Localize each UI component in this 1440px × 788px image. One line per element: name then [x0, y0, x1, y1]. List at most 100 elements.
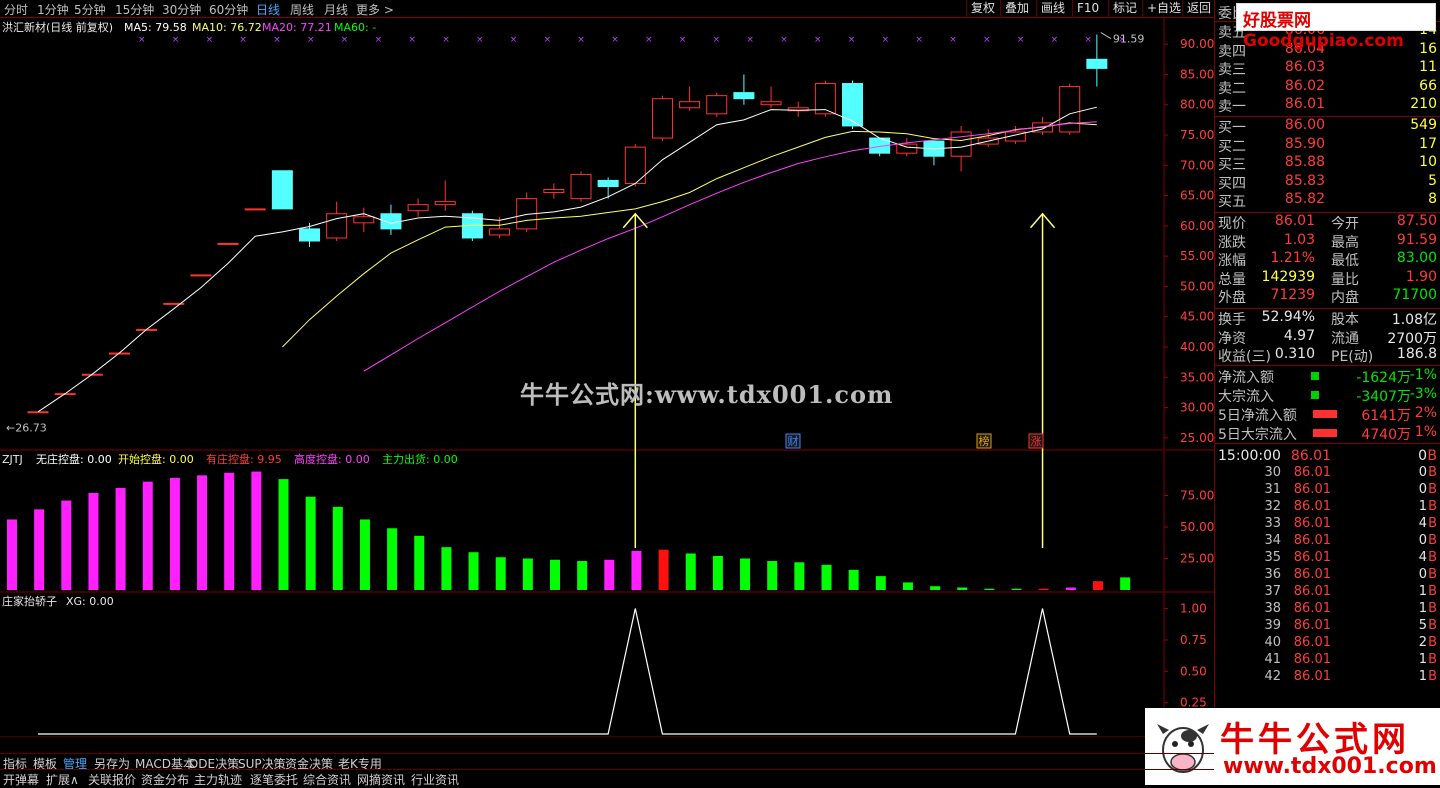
candle — [733, 74, 755, 105]
cell: 30 — [1264, 465, 1281, 480]
cell: 52.94% — [1261, 309, 1315, 325]
period-tab-4[interactable]: 30分钟 — [162, 1, 201, 18]
cell: 186.8 — [1396, 346, 1437, 362]
cell: 买一 — [1218, 120, 1246, 136]
ma60-marker: × — [442, 35, 450, 45]
cell: 2 — [1418, 635, 1427, 650]
period-tab-9[interactable]: 更多 > — [356, 1, 394, 18]
flow-bar — [1311, 372, 1319, 380]
toolbar-button-6[interactable]: 返回 — [1182, 0, 1215, 18]
event-tag-0[interactable]: 财 — [785, 433, 801, 449]
ind1-bar — [821, 564, 832, 590]
ind1-bar — [550, 559, 560, 590]
cell: 买五 — [1218, 194, 1246, 210]
signal-arrow — [1029, 212, 1056, 548]
cell: 86.01 — [1274, 213, 1315, 229]
period-tab-0[interactable]: 分时 — [4, 1, 28, 18]
ma60-marker: × — [577, 35, 585, 45]
candle — [570, 171, 592, 202]
high-label: 91.59 — [1113, 33, 1145, 46]
cell: 5日净流入额 — [1218, 408, 1297, 424]
tick-row: 37 86.01 1 B — [1215, 584, 1440, 602]
cell: 86.01 — [1293, 516, 1331, 531]
flow-row: 5日大宗流入 4740万 1% — [1215, 424, 1440, 443]
ind1-bar — [875, 576, 886, 590]
cell: 33 — [1264, 516, 1281, 531]
cell: 85.88 — [1284, 154, 1325, 170]
period-tab-1[interactable]: 1分钟 — [37, 1, 69, 18]
toolbar-button-4[interactable]: 标记 — [1108, 0, 1141, 18]
svg-text:涨: 涨 — [1031, 435, 1042, 448]
toolbar-button-3[interactable]: F10 — [1072, 0, 1103, 18]
tick-row: 38 86.01 1 B — [1215, 601, 1440, 619]
cell: 1.90 — [1405, 268, 1437, 285]
info-tab-1[interactable]: 扩展∧ — [46, 771, 79, 788]
cell: B — [1428, 550, 1437, 565]
info-tab-4[interactable]: 主力轨迹 — [194, 771, 242, 788]
ind1-bar — [332, 506, 343, 590]
ind1-label-0: 无庄控盘: 0.00 — [36, 452, 112, 466]
y-tick-label: 0.75 — [1180, 633, 1207, 647]
candle — [516, 192, 538, 232]
flow-bar — [1313, 410, 1337, 418]
candle — [27, 411, 49, 414]
bid-row: 买五 85.82 8 — [1215, 191, 1440, 210]
ind1-bars — [7, 471, 1131, 590]
cell: 31 — [1264, 482, 1281, 497]
toolbar-button-0[interactable]: 复权 — [966, 0, 999, 18]
info-tab-7[interactable]: 网摘资讯 — [357, 771, 405, 788]
ind1-bar — [1065, 587, 1076, 590]
y-tick-label: 25.00 — [1180, 552, 1214, 566]
cell: 1 — [1418, 584, 1427, 599]
period-tab-6[interactable]: 日线 — [256, 1, 280, 18]
y-tick-label: 80.00 — [1180, 98, 1214, 112]
cell: 86.01 — [1293, 669, 1331, 684]
bid-row: 买二 85.90 17 — [1215, 135, 1440, 155]
candle — [923, 140, 945, 166]
y-tick-label: 75.00 — [1180, 489, 1214, 503]
cell: 0 — [1418, 567, 1427, 582]
cell: 流通 — [1331, 330, 1359, 347]
toolbar-button-5[interactable]: +自选 — [1142, 0, 1185, 18]
separator — [1215, 365, 1440, 366]
stats-row: 收益(三) 0.310 PE(动) 186.8 — [1215, 346, 1440, 365]
info-tab-0[interactable]: 开弹幕 — [3, 771, 39, 788]
event-tag-1[interactable]: 榜 — [976, 433, 992, 449]
ind1-bar — [604, 559, 615, 590]
ma60-marker: × — [848, 35, 856, 45]
cell: 17 — [1419, 135, 1437, 152]
ma60-marker: × — [949, 35, 957, 45]
period-tab-8[interactable]: 月线 — [324, 1, 348, 18]
cell: 1 — [1418, 601, 1427, 616]
candle — [217, 242, 239, 245]
y-tick-label: 60.00 — [1180, 219, 1214, 233]
ma60-marker: × — [273, 35, 281, 45]
cell: 86.01 — [1293, 618, 1331, 633]
ind1-legend: ZJTJ 无庄控盘: 0.00 开始控盘: 0.00 有庄控盘: 9.95 高度控盘: … — [2, 452, 458, 466]
high-pointer — [1100, 32, 1112, 39]
period-tab-3[interactable]: 15分钟 — [115, 1, 154, 18]
ind1-bar — [414, 535, 425, 590]
cell: 86.01 — [1293, 499, 1331, 514]
event-tag-2[interactable]: 涨 — [1028, 433, 1044, 449]
candle — [977, 128, 999, 148]
period-tab-5[interactable]: 60分钟 — [209, 1, 248, 18]
y-tick-label: 0.50 — [1180, 664, 1207, 678]
info-tab-5[interactable]: 逐笔委托 — [250, 771, 298, 788]
ind1-bar — [278, 479, 289, 590]
info-tab-6[interactable]: 综合资讯 — [303, 771, 351, 788]
candle — [543, 183, 565, 199]
cell: 1 — [1418, 669, 1427, 684]
y-tick-label: 75.00 — [1180, 128, 1214, 142]
cell: 142939 — [1261, 268, 1315, 285]
toolbar-button-2[interactable]: 画线 — [1036, 0, 1069, 18]
info-tab-3[interactable]: 资金分布 — [141, 771, 189, 788]
ind1-bar — [88, 492, 99, 590]
cell: 卖四 — [1218, 43, 1246, 60]
period-tab-2[interactable]: 5分钟 — [74, 1, 106, 18]
info-tab-8[interactable]: 行业资讯 — [411, 771, 459, 788]
cell: 86.01 — [1293, 635, 1331, 650]
info-tab-2[interactable]: 关联报价 — [88, 771, 136, 788]
period-tab-7[interactable]: 周线 — [290, 1, 314, 18]
toolbar-button-1[interactable]: 叠加 — [1000, 0, 1033, 18]
